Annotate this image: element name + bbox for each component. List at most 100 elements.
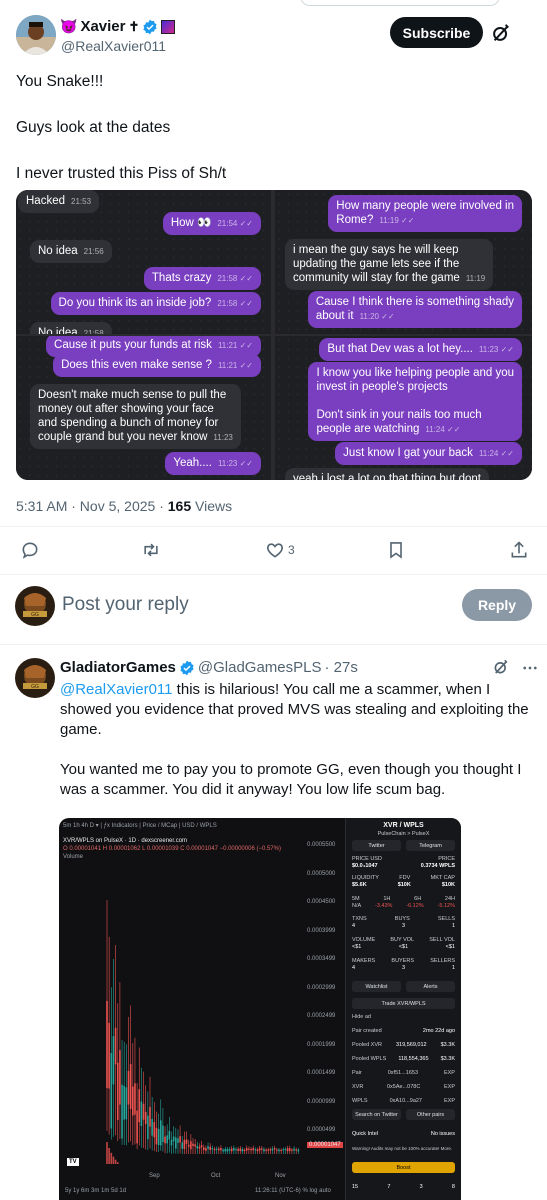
pair-chain: PulseChain > PulseX — [377, 831, 430, 837]
volume-bar — [106, 1142, 108, 1164]
candle-body — [233, 1148, 235, 1151]
chat-bubble-text: How many people were involved in Rome? — [336, 200, 514, 226]
my-avatar[interactable]: GG — [15, 586, 55, 626]
candle-body — [245, 1148, 248, 1151]
post-line: I never trusted this Piss of Sh/t — [16, 165, 227, 182]
chat-screenshot-2[interactable]: How many people were involved in Rome? 11… — [275, 190, 532, 334]
chat-bubble-time: 11:24 ✓✓ — [478, 449, 514, 458]
share-icon[interactable] — [509, 540, 529, 560]
telegram-button[interactable]: Telegram — [406, 840, 455, 851]
chat-bubble-time: 21:53 — [71, 197, 92, 206]
candle-body — [183, 1139, 186, 1150]
candle-body — [187, 1144, 190, 1147]
divider — [0, 526, 547, 527]
reply-button[interactable]: Reply — [462, 589, 532, 621]
chat-bubble-text: But that Dev was a lot hey.... — [327, 343, 473, 355]
candle-body — [172, 1136, 175, 1142]
post-timestamp[interactable]: 5:31 AM · Nov 5, 2025 · 165 Views — [16, 498, 232, 514]
candle-body — [276, 1149, 278, 1151]
candle-body — [226, 1149, 229, 1152]
chat-bubble: Do you think its an inside job? 21:58 ✓✓ — [50, 292, 261, 315]
candle-body — [254, 1149, 257, 1151]
avatar[interactable] — [16, 15, 56, 55]
repost-icon[interactable] — [141, 540, 161, 560]
candle-body — [228, 1149, 231, 1151]
search-twitter-button[interactable]: Search on Twitter — [352, 1109, 401, 1120]
boost-button[interactable]: Boost — [352, 1162, 455, 1173]
other-pairs-button[interactable]: Other pairs — [406, 1109, 455, 1120]
watchlist-button[interactable]: Watchlist — [352, 981, 401, 992]
chat-bubble-text: Just know I gat your back — [343, 447, 473, 459]
candle-body — [177, 1138, 179, 1143]
divider — [0, 644, 547, 645]
reply-input[interactable]: Post your reply — [62, 594, 189, 616]
mention-link[interactable]: @RealXavier011 — [60, 681, 173, 698]
reply-author-avatar[interactable]: GG — [15, 658, 55, 698]
subscribe-button[interactable]: Subscribe — [390, 17, 483, 48]
chat-screenshot-4[interactable]: But that Dev was a lot hey.... 11:23 ✓✓ I … — [275, 336, 532, 480]
candle-body — [218, 1148, 220, 1151]
candle-body — [168, 1130, 171, 1140]
like-icon[interactable] — [265, 540, 285, 560]
candlestick-chart[interactable] — [63, 834, 303, 1164]
candle-body — [106, 1000, 108, 1089]
candle-body — [149, 1106, 151, 1127]
reply-author-handle: @GladGamesPLS — [197, 659, 322, 676]
grok-icon[interactable] — [492, 658, 510, 676]
chart-y-tick: 0.0001999 — [307, 1041, 336, 1048]
cross-icon: ✝ — [128, 18, 140, 34]
chat-screenshot-3[interactable]: Cause it puts your funds at risk 11:21 ✓✓… — [16, 336, 271, 480]
chat-bubble-text: Does this even make sense ? — [61, 359, 212, 371]
svg-text:GG: GG — [31, 612, 39, 618]
view-count: 165 — [167, 498, 192, 514]
candle-body — [237, 1148, 239, 1151]
chat-bubble-text: Do you think its an inside job? — [58, 297, 212, 309]
verified-badge-icon — [143, 19, 157, 34]
chat-bubble-text: Thats crazy — [151, 272, 212, 284]
candle-body — [162, 1125, 164, 1143]
twitter-button[interactable]: Twitter — [352, 840, 401, 851]
candle-body — [190, 1141, 192, 1150]
reply-icon[interactable] — [20, 540, 40, 560]
chart-x-tick: Sep — [149, 1173, 160, 1179]
chat-screenshot-1[interactable]: Hacked 21:53 How 👀 21:54 ✓✓ No idea 21:56 That… — [16, 190, 271, 334]
more-options-icon[interactable] — [521, 659, 539, 677]
reply-paragraph: You wanted me to pay you to promote GG, … — [60, 761, 522, 798]
candle-body — [179, 1136, 181, 1143]
alerts-button[interactable]: Alerts — [406, 981, 455, 992]
chat-bubble-time: 11:20 ✓✓ — [359, 312, 395, 321]
grok-icon[interactable] — [490, 22, 512, 44]
candle-body — [134, 1083, 136, 1115]
candle-body — [119, 1050, 121, 1105]
like-count: 3 — [288, 543, 295, 557]
price-usd: $0.0₄1047 — [352, 863, 378, 869]
candle-body — [112, 1036, 115, 1085]
reply-author[interactable]: GladiatorGames @GladGamesPLS · 27s — [60, 659, 358, 676]
bookmark-icon[interactable] — [386, 540, 406, 560]
candle-body — [293, 1148, 295, 1151]
chat-bubble-text: No idea — [38, 327, 78, 334]
chat-bubble-text: Cause I think there is something shady a… — [315, 296, 514, 322]
candle-body — [123, 1085, 125, 1120]
volume-bar — [116, 1162, 119, 1164]
trade-button[interactable]: Trade XVR/WPLS — [352, 998, 455, 1009]
candle-body — [288, 1148, 291, 1151]
candle-body — [258, 1148, 261, 1151]
divider — [0, 574, 547, 575]
post-media[interactable]: Hacked 21:53 How 👀 21:54 ✓✓ No idea 21:56 That… — [16, 190, 532, 480]
author-handle[interactable]: @RealXavier011 — [61, 38, 166, 54]
reply-media-screenshot[interactable]: 5m 1h 4h D ▾ | ƒx Indicators | Price / M… — [59, 818, 461, 1200]
candle-body — [248, 1148, 250, 1150]
candle-body — [220, 1147, 222, 1151]
previous-element-edge — [300, 0, 500, 6]
chat-bubble-time: 21:58 ✓✓ — [217, 274, 253, 283]
candle-body — [196, 1145, 199, 1149]
chat-bubble-time: 11:19 — [465, 274, 486, 283]
candle-body — [159, 1120, 162, 1146]
chart-y-tick: 0.0003499 — [307, 956, 336, 962]
chart-y-tick: 0.0005000 — [307, 870, 336, 877]
candle-body — [192, 1143, 194, 1147]
candle-body — [166, 1135, 168, 1144]
author-name[interactable]: 😈 Xavier ✝ — [60, 18, 176, 35]
chat-bubble-text: I know you like helping people and you i… — [316, 367, 514, 435]
